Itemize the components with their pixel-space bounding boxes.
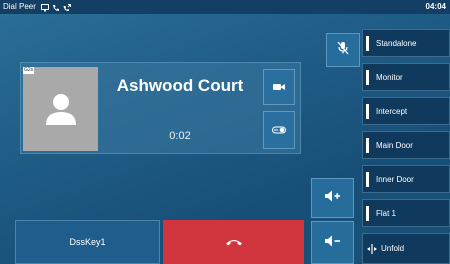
dss-key-label: Intercept [376,106,408,116]
phone-icon [52,3,60,11]
mic-mute-icon [337,41,349,60]
volume-up-button[interactable] [311,178,354,218]
dss-key-monitor[interactable]: Monitor [362,63,450,91]
door-open-icon [272,121,286,139]
dss-key-main-door[interactable]: Main Door [362,131,450,159]
status-time: 04:04 [425,2,446,11]
status-bar: Dial Peer 04:04 [0,0,450,14]
dss-key-indicator [366,205,369,221]
dss-key-standalone[interactable]: Standalone [362,29,450,57]
dss-key-label: Monitor [376,72,403,82]
dss-key-label: Standalone [376,38,417,48]
video-button[interactable] [263,69,295,105]
dss-key-unfold[interactable]: Unfold [362,233,450,264]
dss-key-indicator [366,137,369,153]
dsskey1-button[interactable]: DssKey1 [15,220,160,264]
dss-key-indicator [366,69,369,85]
dss-key-flat-1[interactable]: Flat 1 [362,199,450,227]
dss-key-indicator [366,171,369,187]
volume-down-icon [324,234,341,252]
avatar: G2s [23,67,98,151]
dss-key-label: Inner Door [376,174,414,184]
dss-key-label: Main Door [376,140,413,150]
hang-up-icon [225,233,243,251]
end-call-button[interactable] [163,220,304,264]
person-icon [43,91,79,132]
door-open-button[interactable] [263,111,295,149]
call-forward-icon [63,3,71,11]
dss-key-intercept[interactable]: Intercept [362,97,450,125]
dss-key-indicator [366,35,369,51]
dss-key-inner-door[interactable]: Inner Door [362,165,450,193]
volume-up-icon [324,189,341,207]
dss-key-label: Flat 1 [376,208,397,218]
dnd-screen-icon [41,3,49,12]
video-camera-icon [273,78,285,96]
call-card: G2s Ashwood Court 0:02 [20,62,301,154]
mute-button[interactable] [326,33,360,67]
callee-name: Ashwood Court [116,76,244,95]
unfold-icon [367,243,377,254]
status-title: Dial Peer [3,2,36,11]
avatar-tag: G2s [23,67,35,74]
volume-down-button[interactable] [311,221,354,264]
call-timer: 0:02 [169,130,191,142]
dss-key-panel: Standalone Monitor Intercept Main Door I… [362,29,450,264]
dss-key-indicator [366,103,369,119]
dss-key-label: Unfold [381,244,405,253]
